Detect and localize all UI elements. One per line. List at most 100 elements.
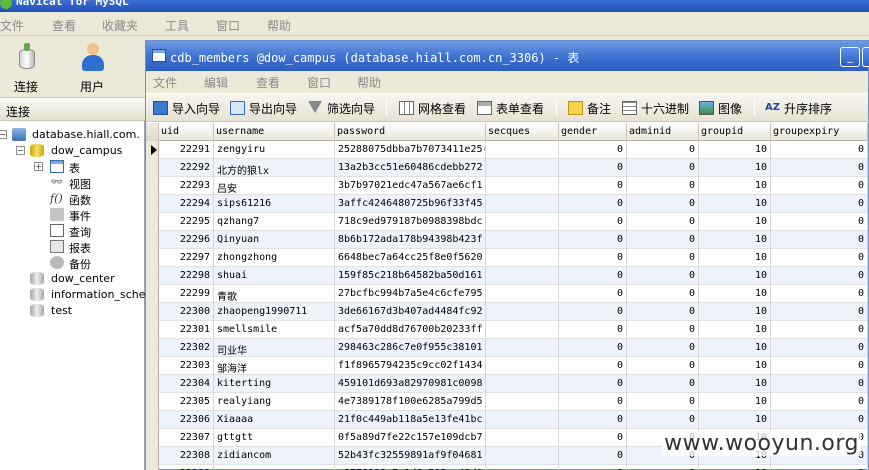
- tree-item-tables[interactable]: + 表: [0, 159, 145, 175]
- menu-help[interactable]: 帮助: [267, 17, 291, 34]
- grid-cell-username[interactable]: zidiancom: [214, 447, 335, 465]
- grid-cell-secques[interactable]: [486, 285, 559, 303]
- grid-cell-username[interactable]: realyiang: [214, 393, 335, 411]
- grid-cell-password[interactable]: acf5a70dd8d76700b20233ff: [335, 321, 486, 339]
- export-wizard-button[interactable]: 导出向导: [230, 99, 302, 117]
- grid-cell-password[interactable]: 27bcfbc994b7a5e4c6cfe795: [335, 285, 486, 303]
- grid-cell-groupid[interactable]: 10: [699, 303, 771, 321]
- grid-cell-password[interactable]: 718c9ed979187b0988398bdc: [335, 213, 486, 231]
- menu-help[interactable]: 帮助: [357, 74, 381, 91]
- row-selector[interactable]: [146, 321, 159, 339]
- grid-cell-groupid[interactable]: 10: [699, 357, 771, 375]
- grid-cell-secques[interactable]: [486, 249, 559, 267]
- grid-cell-groupexpiry[interactable]: 0: [771, 393, 868, 411]
- grid-cell-adminid[interactable]: 0: [627, 141, 699, 159]
- collapse-icon[interactable]: −: [0, 130, 7, 139]
- grid-cell-password[interactable]: 459101d693a82970981c0098: [335, 375, 486, 393]
- data-grid[interactable]: uid username password secques gender adm…: [146, 123, 868, 470]
- grid-cell-secques[interactable]: [486, 321, 559, 339]
- grid-cell-uid[interactable]: 22297: [159, 249, 214, 267]
- tree-item-reports[interactable]: 报表: [0, 239, 145, 255]
- column-header[interactable]: adminid: [627, 123, 699, 141]
- grid-cell-gender[interactable]: 0: [559, 159, 627, 177]
- row-selector[interactable]: [146, 213, 159, 231]
- grid-cell-groupexpiry[interactable]: 0: [771, 141, 868, 159]
- grid-cell-password[interactable]: 52b43fc32559891af9f04681: [335, 447, 486, 465]
- hex-button[interactable]: 十六进制: [622, 99, 694, 117]
- grid-cell-uid[interactable]: 22292: [159, 159, 214, 177]
- row-selector[interactable]: [146, 447, 159, 465]
- grid-cell-uid[interactable]: 22307: [159, 429, 214, 447]
- grid-cell-username[interactable]: kiterting: [214, 375, 335, 393]
- grid-cell-gender[interactable]: 0: [559, 465, 627, 470]
- expand-icon[interactable]: +: [34, 162, 43, 171]
- menu-view[interactable]: 查看: [52, 17, 76, 34]
- row-selector[interactable]: [146, 393, 159, 411]
- grid-cell-adminid[interactable]: 0: [627, 339, 699, 357]
- connect-button[interactable]: 连接: [4, 41, 48, 95]
- grid-cell-username[interactable]: 邹海洋: [214, 357, 335, 375]
- grid-cell-secques[interactable]: [486, 177, 559, 195]
- grid-cell-groupid[interactable]: 10: [699, 321, 771, 339]
- row-selector[interactable]: [146, 249, 159, 267]
- grid-cell-groupid[interactable]: 10: [699, 339, 771, 357]
- grid-cell-gender[interactable]: 0: [559, 231, 627, 249]
- grid-cell-adminid[interactable]: 0: [627, 465, 699, 470]
- grid-cell-adminid[interactable]: 0: [627, 267, 699, 285]
- maximize-button[interactable]: [862, 47, 869, 67]
- grid-cell-secques[interactable]: [486, 231, 559, 249]
- grid-cell-secques[interactable]: [486, 303, 559, 321]
- table-row[interactable]: 22292 北方的狼lx 13a2b3cc51e60486cdebb272 0 0 10 0: [146, 159, 868, 177]
- grid-cell-groupid[interactable]: 10: [699, 231, 771, 249]
- grid-cell-groupid[interactable]: 10: [699, 195, 771, 213]
- grid-cell-password[interactable]: 25288075dbba7b7073411e25(: [335, 141, 486, 159]
- grid-cell-groupexpiry[interactable]: 0: [771, 177, 868, 195]
- grid-cell-groupid[interactable]: 10: [699, 141, 771, 159]
- grid-cell-groupid[interactable]: 10: [699, 465, 771, 470]
- row-selector[interactable]: [146, 339, 159, 357]
- grid-cell-uid[interactable]: 22303: [159, 357, 214, 375]
- grid-cell-username[interactable]: Qinyuan: [214, 231, 335, 249]
- grid-cell-username[interactable]: 北方的狼lx: [214, 159, 335, 177]
- grid-cell-adminid[interactable]: 0: [627, 231, 699, 249]
- grid-cell-gender[interactable]: 0: [559, 177, 627, 195]
- table-row[interactable]: 22291 zengyiru 25288075dbba7b7073411e25(0 0…: [146, 141, 868, 159]
- grid-cell-adminid[interactable]: 0: [627, 195, 699, 213]
- grid-cell-groupexpiry[interactable]: 0: [771, 303, 868, 321]
- grid-cell-groupexpiry[interactable]: 0: [771, 321, 868, 339]
- grid-cell-uid[interactable]: 22293: [159, 177, 214, 195]
- grid-cell-secques[interactable]: [486, 339, 559, 357]
- menu-file[interactable]: 文件: [0, 17, 24, 34]
- grid-cell-secques[interactable]: [486, 195, 559, 213]
- form-view-button[interactable]: 表单查看: [477, 99, 549, 117]
- table-row[interactable]: 22296 Qinyuan 8b6b172ada178b94398b423f 0 0 10…: [146, 231, 868, 249]
- table-row[interactable]: 22294 sips61216 3affc4246480725b96f33f45 0 0…: [146, 195, 868, 213]
- grid-cell-gender[interactable]: 0: [559, 249, 627, 267]
- grid-cell-username[interactable]: 司业华: [214, 339, 335, 357]
- row-selector[interactable]: [146, 411, 159, 429]
- grid-cell-groupexpiry[interactable]: 0: [771, 195, 868, 213]
- grid-cell-groupid[interactable]: 10: [699, 393, 771, 411]
- grid-cell-gender[interactable]: 0: [559, 411, 627, 429]
- grid-cell-password[interactable]: 159f85c218b64582ba50d161: [335, 267, 486, 285]
- row-selector[interactable]: [146, 195, 159, 213]
- grid-cell-gender[interactable]: 0: [559, 375, 627, 393]
- table-row[interactable]: 22301 smellsmile acf5a70dd8d76700b20233ff 0…: [146, 321, 868, 339]
- grid-cell-adminid[interactable]: 0: [627, 177, 699, 195]
- row-selector[interactable]: [146, 267, 159, 285]
- tree-item-views[interactable]: 👓 视图: [0, 175, 145, 191]
- tree-db-information-schema[interactable]: information_sche: [0, 287, 145, 303]
- grid-cell-groupid[interactable]: 10: [699, 411, 771, 429]
- collapse-icon[interactable]: −: [16, 146, 25, 155]
- grid-cell-username[interactable]: Xiaaaa: [214, 411, 335, 429]
- table-row[interactable]: 22305 realyiang 4e7389178f100e6285a799d5 0 0…: [146, 393, 868, 411]
- grid-cell-username[interactable]: zhaopeng1990711: [214, 303, 335, 321]
- grid-cell-adminid[interactable]: 0: [627, 375, 699, 393]
- grid-cell-password[interactable]: 4e7389178f100e6285a799d5: [335, 393, 486, 411]
- grid-cell-password[interactable]: c8778103a7e1d6e502cc41d0: [335, 465, 486, 470]
- grid-cell-username[interactable]: smellsmile: [214, 321, 335, 339]
- tree-item-functions[interactable]: f() 函数: [0, 191, 145, 207]
- grid-cell-secques[interactable]: [486, 159, 559, 177]
- sort-ascending-button[interactable]: AZ 升序排序: [765, 99, 837, 117]
- grid-cell-gender[interactable]: 0: [559, 447, 627, 465]
